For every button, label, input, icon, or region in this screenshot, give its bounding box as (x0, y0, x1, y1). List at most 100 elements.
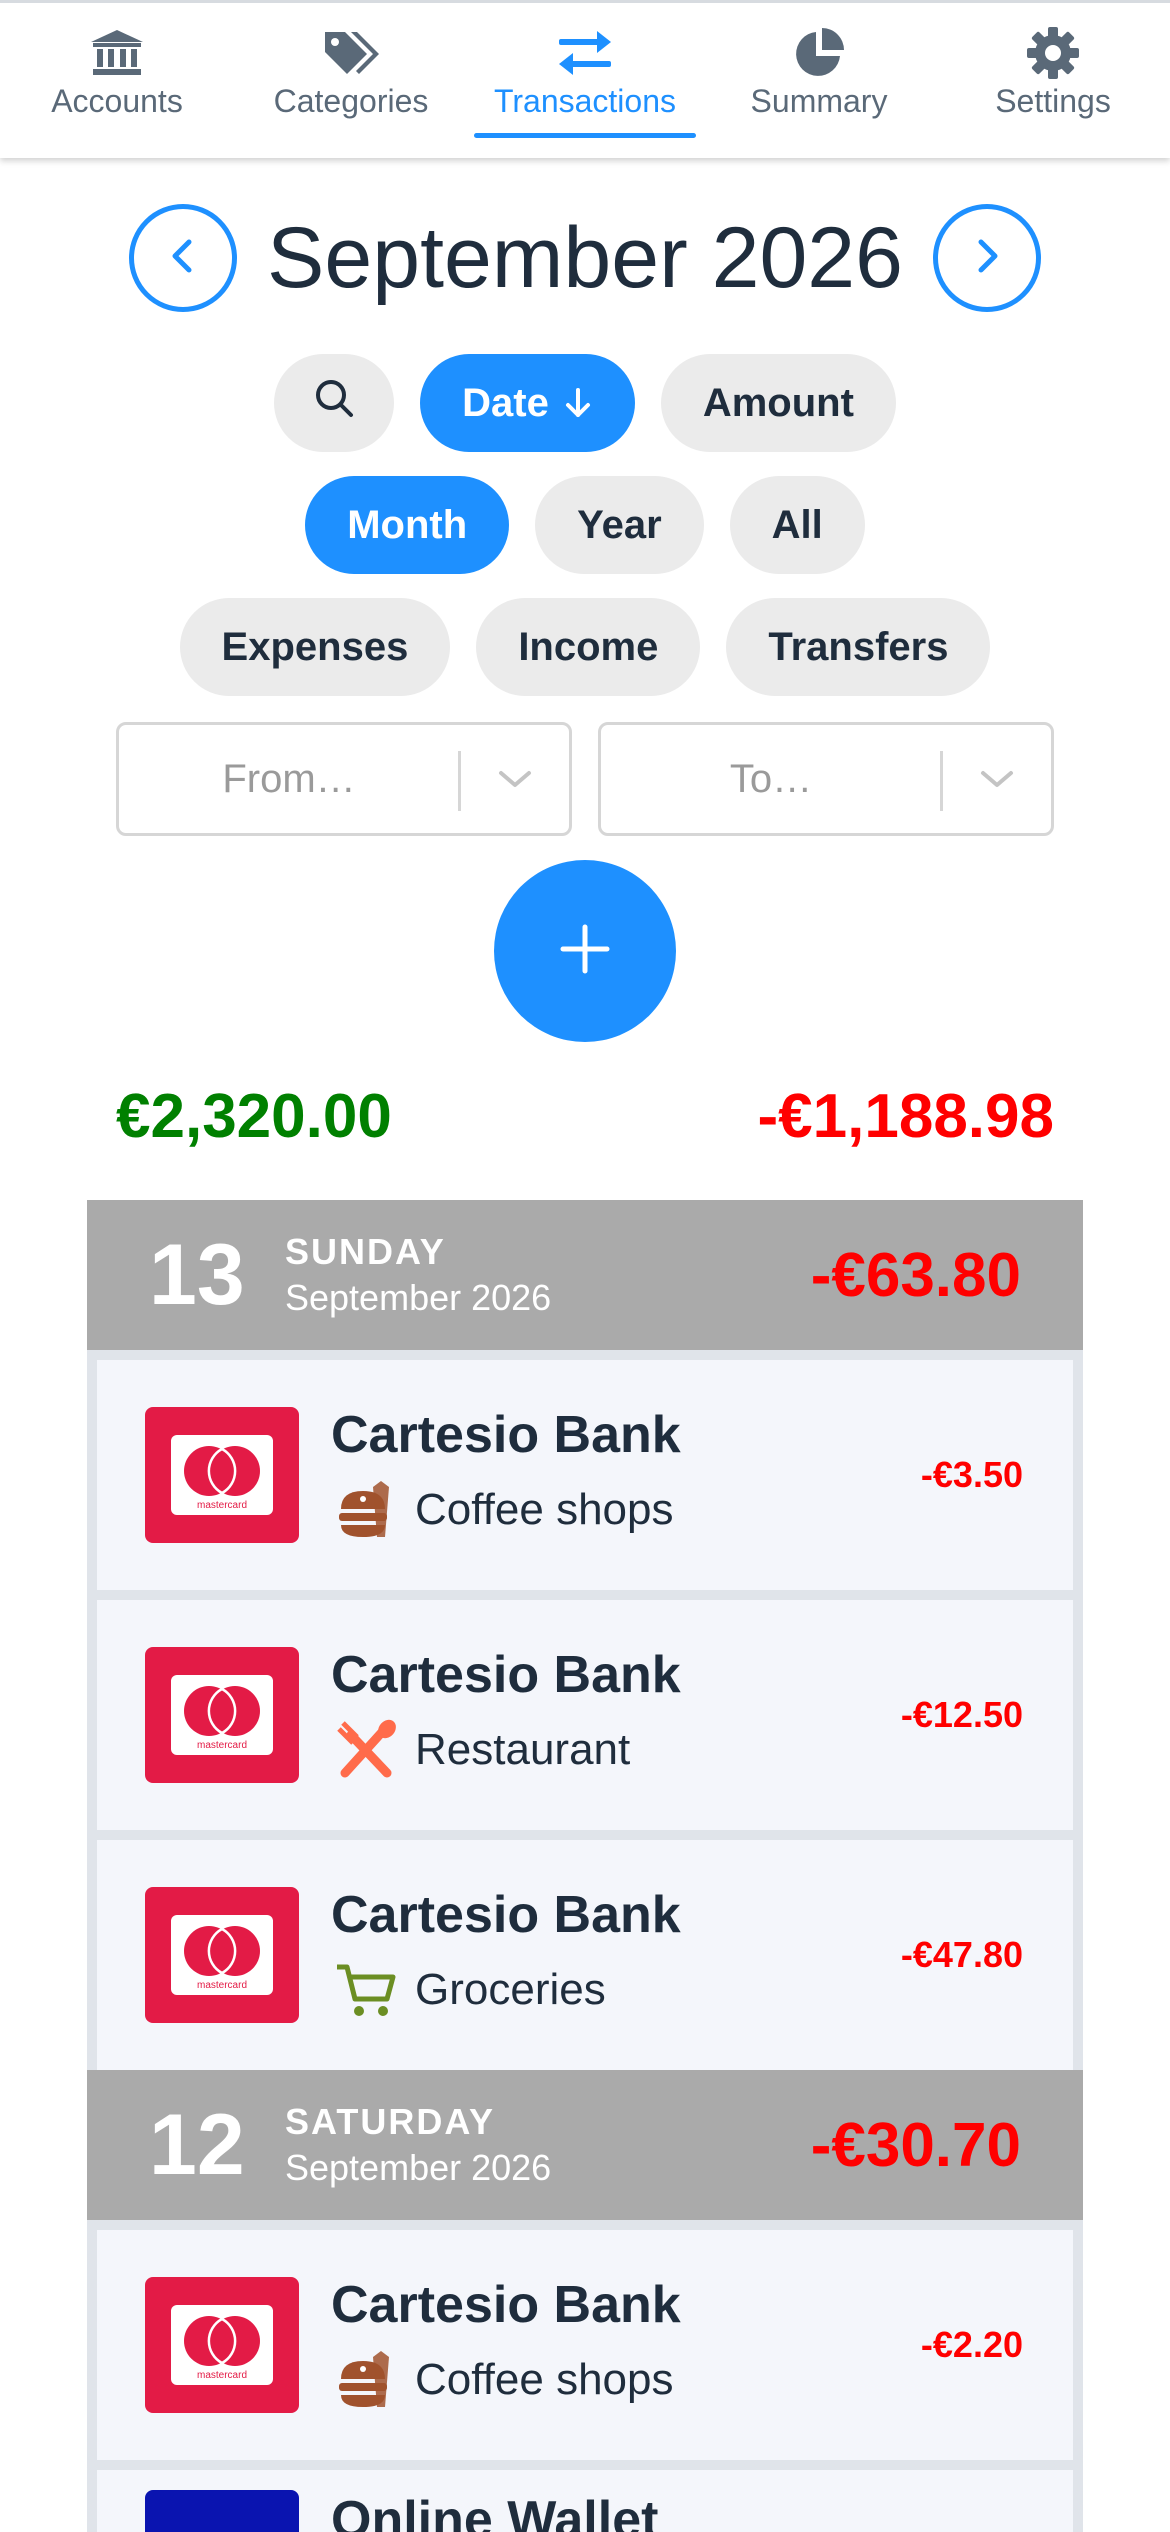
coffee-icon (331, 1475, 401, 1545)
period-navigator: September 2026 (0, 200, 1170, 316)
transaction-body: Cartesio Bank Groceries (331, 1885, 681, 2025)
transaction-account: Online Wallet (331, 2491, 659, 2532)
svg-text:mastercard: mastercard (197, 1980, 247, 1991)
period-totals: €2,320.00 -€1,188.98 (116, 1076, 1054, 1156)
select-divider (458, 751, 461, 811)
day-transactions: mastercard Cartesio Bank Coffee shops -€… (87, 2220, 1083, 2532)
day-weekday: SUNDAY (285, 1231, 446, 1272)
previous-month-button[interactable] (129, 204, 238, 312)
svg-text:mastercard: mastercard (197, 1740, 247, 1751)
transaction-body: Cartesio Bank Restaurant (331, 1645, 681, 1785)
cart-icon (331, 1955, 401, 2025)
chevron-left-icon (165, 236, 201, 281)
filter-income-button[interactable]: Income (476, 598, 701, 696)
select-divider (940, 751, 943, 811)
tab-summary[interactable]: Summary (702, 3, 936, 158)
transaction-row[interactable]: mastercard Cartesio Bank Coffee shops -€… (97, 1360, 1073, 1590)
plus-icon (559, 923, 611, 980)
gear-icon (1023, 27, 1083, 79)
transaction-category: Groceries (331, 1955, 681, 2025)
range-month-button[interactable]: Month (305, 476, 510, 574)
bank-icon (87, 27, 147, 79)
tab-settings[interactable]: Settings (936, 3, 1170, 158)
arrow-down-icon (563, 386, 593, 420)
day-header: 12 SATURDAY September 2026 -€30.70 (87, 2070, 1083, 2220)
day-total: -€30.70 (810, 2110, 1021, 2180)
sort-date-button[interactable]: Date (420, 354, 635, 452)
chevron-down-icon (495, 763, 535, 800)
transaction-body: Cartesio Bank Coffee shops (331, 1405, 681, 1545)
sort-date-label: Date (462, 380, 549, 425)
transaction-category-label: Groceries (415, 1965, 606, 2014)
transaction-category-label: Coffee shops (415, 1485, 674, 1534)
day-info: SUNDAY September 2026 (285, 1231, 551, 1319)
day-info: SATURDAY September 2026 (285, 2101, 551, 2189)
transaction-amount: -€12.50 (900, 1694, 1023, 1735)
transaction-category: Coffee shops (331, 2345, 681, 2415)
total-expenses: -€1,188.98 (757, 1081, 1054, 1151)
wallet-icon (145, 2490, 299, 2532)
mastercard-icon: mastercard (145, 1407, 299, 1543)
day-weekday: SATURDAY (285, 2101, 496, 2142)
range-all-button[interactable]: All (729, 476, 865, 574)
transaction-account: Cartesio Bank (331, 1406, 681, 1464)
chevron-down-icon (977, 763, 1017, 800)
mastercard-icon: mastercard (145, 1887, 299, 2023)
transaction-category-label: Coffee shops (415, 2355, 674, 2404)
transaction-amount: -€47.80 (900, 1934, 1023, 1975)
from-account-select[interactable]: From… (116, 722, 572, 836)
tab-summary-label: Summary (750, 83, 888, 119)
mastercard-icon: mastercard (145, 2277, 299, 2413)
next-month-button[interactable] (932, 204, 1041, 312)
transaction-category: Coffee shops (331, 1475, 681, 1545)
sort-amount-button[interactable]: Amount (660, 354, 896, 452)
svg-text:mastercard: mastercard (197, 1500, 247, 1511)
day-month: September 2026 (285, 1277, 552, 1318)
transaction-row[interactable]: mastercard Cartesio Bank Coffee shops -€… (97, 2230, 1073, 2460)
tab-categories-label: Categories (273, 83, 429, 119)
transaction-row[interactable]: Online Wallet (97, 2470, 1073, 2532)
filter-transfers-button[interactable]: Transfers (726, 598, 991, 696)
transaction-row[interactable]: mastercard Cartesio Bank Groceries -€47.… (97, 1840, 1073, 2070)
day-header: 13 SUNDAY September 2026 -€63.80 (87, 1200, 1083, 1350)
transaction-category: Restaurant (331, 1715, 681, 1785)
transfer-arrows-icon (555, 27, 615, 79)
tab-settings-label: Settings (995, 83, 1111, 119)
range-row: Month Year All (0, 476, 1170, 574)
tab-transactions-label: Transactions (494, 83, 676, 119)
search-button[interactable] (274, 354, 395, 452)
top-navigation: Accounts Categories Transactions Summary… (0, 0, 1170, 158)
tab-categories[interactable]: Categories (234, 3, 468, 158)
tab-accounts-label: Accounts (51, 83, 183, 119)
search-icon (313, 377, 355, 429)
day-total: -€63.80 (810, 1240, 1021, 1310)
fork-knife-icon (331, 1715, 401, 1785)
tags-icon (321, 27, 381, 79)
coffee-icon (331, 2345, 401, 2415)
transaction-amount: -€2.20 (920, 2324, 1023, 2365)
transaction-body: Online Wallet (331, 2490, 658, 2532)
transaction-account: Cartesio Bank (331, 2276, 681, 2334)
chevron-right-icon (969, 236, 1005, 281)
day-month: September 2026 (285, 2147, 552, 2188)
range-year-button[interactable]: Year (535, 476, 704, 574)
type-filter-row: Expenses Income Transfers (0, 598, 1170, 696)
tab-transactions[interactable]: Transactions (468, 3, 702, 158)
transaction-row[interactable]: mastercard Cartesio Bank Restaurant -€12… (97, 1600, 1073, 1830)
day-number: 12 (149, 2096, 245, 2193)
transaction-amount: -€3.50 (920, 1454, 1023, 1495)
mastercard-icon: mastercard (145, 1647, 299, 1783)
filter-expenses-button[interactable]: Expenses (179, 598, 451, 696)
pie-chart-icon (789, 27, 849, 79)
transaction-account: Cartesio Bank (331, 1646, 681, 1704)
add-transaction-button[interactable] (494, 860, 676, 1042)
day-transactions: mastercard Cartesio Bank Coffee shops -€… (87, 1350, 1083, 2070)
svg-text:mastercard: mastercard (197, 2370, 247, 2381)
tab-accounts[interactable]: Accounts (0, 3, 234, 158)
account-filter-row: From… To… (116, 722, 1054, 838)
sort-row: Date Amount (0, 354, 1170, 452)
transaction-category-label: Restaurant (415, 1725, 631, 1774)
to-account-select[interactable]: To… (598, 722, 1054, 836)
day-number: 13 (149, 1226, 245, 1323)
transaction-body: Cartesio Bank Coffee shops (331, 2275, 681, 2415)
